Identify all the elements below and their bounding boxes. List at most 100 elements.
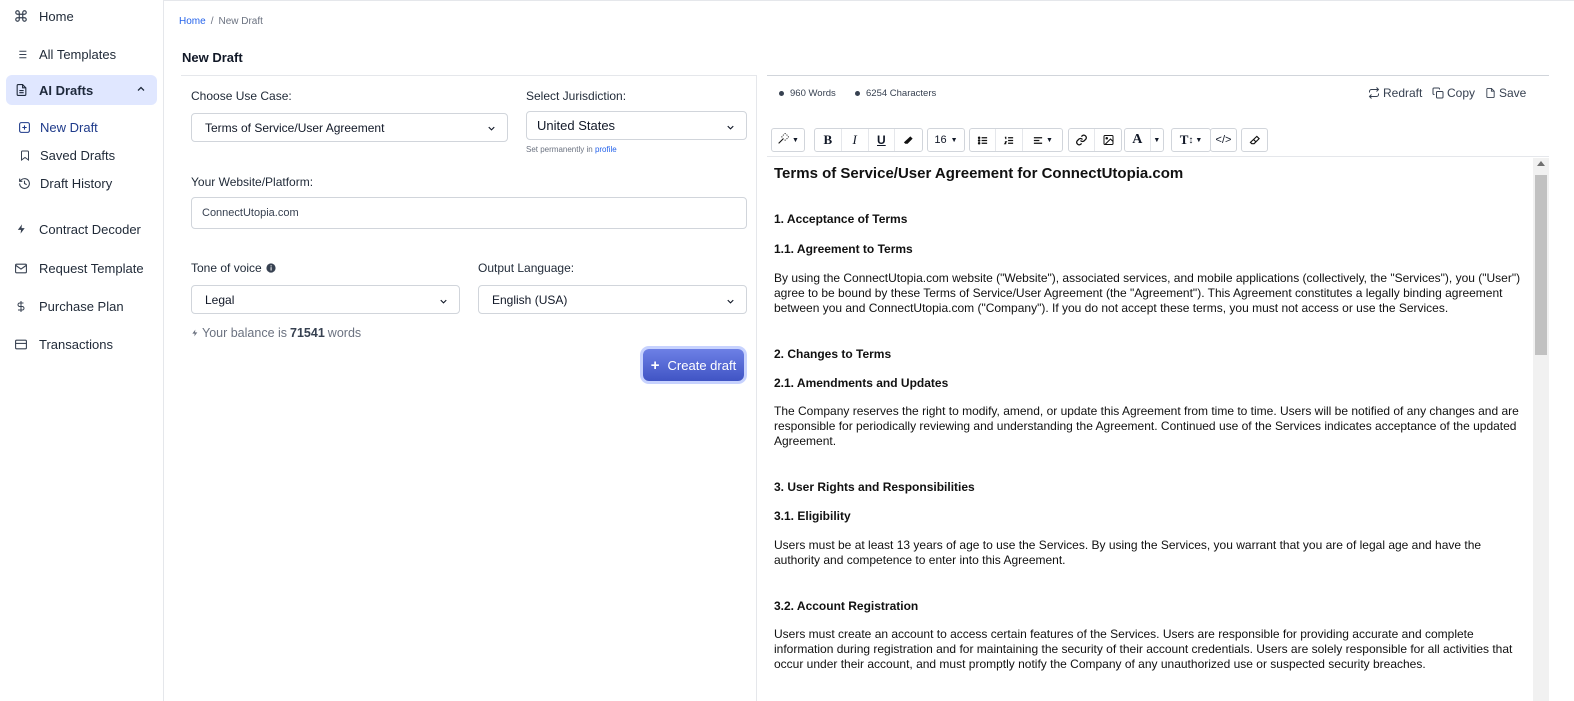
sidebar-subitem-label: Saved Drafts [40, 147, 116, 163]
repeat-icon [1368, 87, 1380, 99]
breadcrumb-home-link[interactable]: Home [179, 16, 206, 27]
create-draft-button[interactable]: + Create draft [643, 349, 744, 381]
align-dropdown[interactable]: ▼ [1023, 129, 1062, 151]
language-label: Output Language: [478, 261, 575, 275]
sidebar-subitem-label: New Draft [40, 119, 98, 135]
balance-info: Your balance is 71541 words [191, 326, 361, 340]
document-title: Terms of Service/User Agreement for Conn… [774, 165, 1184, 182]
website-input[interactable]: ConnectUtopia.com [191, 197, 747, 229]
section-heading: 1. Acceptance of Terms [774, 212, 908, 226]
underline-button[interactable]: U [869, 129, 896, 151]
page-title: New Draft [182, 50, 243, 65]
chevron-down-icon [725, 296, 736, 310]
scroll-up-arrow-icon[interactable] [1537, 161, 1545, 166]
copy-icon [1432, 87, 1444, 99]
use-case-select[interactable]: Terms of Service/User Agreement [191, 113, 508, 142]
bullet-icon [779, 91, 784, 96]
italic-button[interactable]: I [842, 129, 869, 151]
image-button[interactable] [1095, 129, 1121, 151]
jurisdiction-label: Select Jurisdiction: [526, 89, 627, 103]
use-case-value: Terms of Service/User Agreement [205, 120, 385, 135]
magic-wand-icon [777, 132, 790, 148]
mail-icon [14, 261, 28, 275]
format-group: B I U [814, 128, 923, 152]
list-icon [14, 47, 28, 61]
save-button[interactable]: Save [1485, 86, 1526, 100]
bold-button[interactable]: B [815, 129, 842, 151]
paragraph: The Company reserves the right to modify… [774, 404, 1519, 448]
use-case-label: Choose Use Case: [191, 89, 292, 103]
file-icon [1485, 87, 1496, 99]
link-icon [1076, 134, 1087, 146]
magic-wand-dropdown[interactable]: ▼ [771, 128, 805, 152]
sidebar-item-ai-drafts[interactable]: AI Drafts [6, 75, 157, 105]
text-height-icon: T [1179, 132, 1189, 147]
editor-toolbar: ▼ B I U 16 ▼ ▼ A ▼ T ↕ ▼ </> [767, 123, 1549, 157]
sidebar-item-all-templates[interactable]: All Templates [6, 39, 157, 69]
info-icon[interactable] [266, 263, 276, 273]
text-color-button[interactable]: A [1125, 129, 1151, 151]
link-button[interactable] [1069, 129, 1096, 151]
text-color-dropdown[interactable]: ▼ [1151, 129, 1163, 151]
language-select[interactable]: English (USA) [478, 285, 747, 314]
numbered-list-icon [1003, 136, 1014, 144]
word-count: 960 Words [779, 88, 836, 99]
insert-group [1068, 128, 1122, 152]
command-icon [14, 9, 28, 23]
bullet-list-icon [977, 135, 987, 145]
section-heading: 3. User Rights and Responsibilities [774, 480, 975, 494]
plus-square-icon [18, 121, 31, 134]
panel-divider [756, 75, 757, 701]
credit-card-icon [14, 337, 28, 351]
editor-content[interactable]: Terms of Service/User Agreement for Conn… [767, 158, 1533, 701]
lightning-icon [191, 327, 199, 339]
scrollbar-thumb[interactable] [1535, 175, 1547, 355]
sidebar-item-label: Home [39, 8, 74, 24]
tone-select[interactable]: Legal [191, 285, 460, 314]
sidebar-item-request-template[interactable]: Request Template [6, 253, 157, 283]
clear-button[interactable] [1241, 128, 1268, 152]
sidebar-item-label: AI Drafts [39, 82, 94, 98]
sidebar-subitem-draft-history[interactable]: Draft History [18, 172, 112, 194]
paragraph: Users must create an account to access c… [774, 627, 1513, 671]
website-label: Your Website/Platform: [191, 175, 314, 189]
document-icon [14, 83, 28, 97]
bullet-icon [855, 91, 860, 96]
sidebar-item-label: Purchase Plan [39, 298, 124, 314]
paragraph: By using the ConnectUtopia.com website (… [774, 271, 1521, 315]
sidebar-subitem-saved-drafts[interactable]: Saved Drafts [18, 144, 115, 166]
lightning-icon [14, 222, 28, 236]
redraft-button[interactable]: Redraft [1368, 86, 1422, 100]
copy-button[interactable]: Copy [1432, 86, 1475, 100]
history-icon [18, 177, 31, 190]
header-divider [164, 0, 1574, 1]
sidebar-item-purchase-plan[interactable]: Purchase Plan [6, 291, 157, 321]
jurisdiction-select[interactable]: United States [526, 111, 747, 140]
image-icon [1103, 135, 1113, 145]
chevron-up-icon[interactable] [135, 83, 147, 98]
sidebar: Home All Templates AI Drafts New Draft S… [0, 0, 164, 701]
text-size-dropdown[interactable]: T ↕ ▼ [1171, 128, 1211, 152]
sidebar-item-label: All Templates [39, 46, 117, 62]
font-size-dropdown[interactable]: 16 ▼ [927, 128, 965, 152]
chevron-down-icon [438, 296, 449, 310]
font-size-value: 16 [934, 134, 947, 146]
character-count: 6254 Characters [855, 88, 936, 99]
chevron-down-icon [725, 121, 736, 136]
numbered-list-button[interactable] [996, 129, 1023, 151]
breadcrumb-separator: / [210, 16, 214, 27]
paragraph: Users must be at least 13 years of age t… [774, 538, 1482, 567]
sidebar-item-contract-decoder[interactable]: Contract Decoder [6, 214, 157, 244]
subsection-heading: 1.1. Agreement to Terms [774, 242, 913, 256]
website-value: ConnectUtopia.com [202, 207, 299, 219]
bullet-list-button[interactable] [970, 129, 997, 151]
clear-format-button[interactable] [895, 129, 922, 151]
sidebar-subitem-new-draft[interactable]: New Draft [18, 116, 98, 138]
profile-link[interactable]: profile [595, 145, 617, 154]
editor-top-border [767, 75, 1549, 76]
sidebar-item-home[interactable]: Home [6, 1, 157, 31]
sidebar-item-transactions[interactable]: Transactions [6, 329, 157, 359]
code-view-button[interactable]: </> [1210, 128, 1237, 152]
sidebar-item-label: Transactions [39, 336, 113, 352]
dollar-icon [14, 299, 28, 313]
